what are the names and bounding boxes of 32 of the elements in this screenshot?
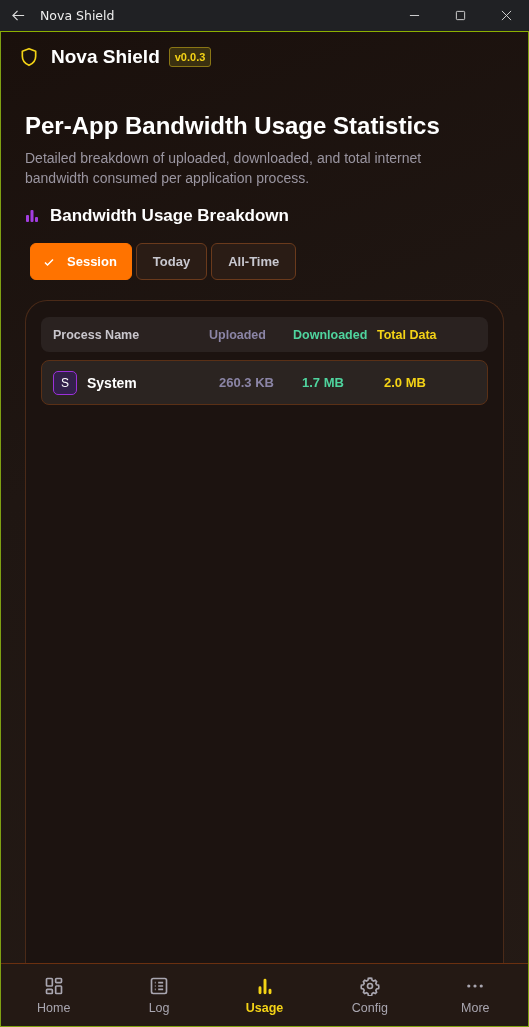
- list-icon: [149, 975, 170, 996]
- process-name: System: [87, 374, 137, 391]
- table-cell-text: 1.7 MB: [302, 375, 345, 390]
- nav-tab[interactable]: Usage: [211, 964, 318, 1026]
- column-header: Process Name: [53, 327, 141, 342]
- shield-icon: [19, 46, 39, 68]
- filter-chip[interactable]: All-Time: [211, 243, 297, 280]
- nav-tab[interactable]: Config: [317, 964, 423, 1026]
- section-title: Bandwidth Usage Breakdown: [50, 206, 289, 226]
- table-row[interactable]: S System 260.3 KB 1.7 MB 2.0 MB: [41, 360, 488, 405]
- filter-chip[interactable]: Today: [135, 243, 208, 280]
- process-avatar: S: [53, 370, 77, 395]
- page-description: Detailed breakdown of uploaded, downloaded, and total internet bandwidth consumed per application process.: [25, 149, 423, 188]
- bar-chart-icon: [25, 209, 39, 223]
- column-header: Total Data: [377, 327, 438, 342]
- window-title: Nova Shield: [40, 8, 115, 23]
- table-cell-text: 260.3 KB: [219, 375, 275, 390]
- settings-icon: [359, 975, 380, 996]
- more-icon: [467, 983, 484, 988]
- dashboard-icon: [43, 975, 64, 996]
- close-icon[interactable]: [501, 10, 512, 21]
- nav-tab[interactable]: Home: [1, 964, 107, 1026]
- app-name: Nova Shield: [51, 46, 160, 68]
- back-arrow-icon[interactable]: [11, 8, 26, 23]
- nav-tab[interactable]: More: [422, 964, 529, 1026]
- page-title: Per-App Bandwidth Usage Statistics: [25, 112, 441, 140]
- maximize-icon[interactable]: [455, 10, 466, 21]
- column-header: Uploaded: [209, 327, 267, 342]
- column-header: Downloaded: [293, 327, 369, 342]
- nav-tab[interactable]: Log: [106, 964, 212, 1026]
- version-badge: v0.0.3: [168, 47, 212, 67]
- table-cell-text: 2.0 MB: [384, 375, 427, 390]
